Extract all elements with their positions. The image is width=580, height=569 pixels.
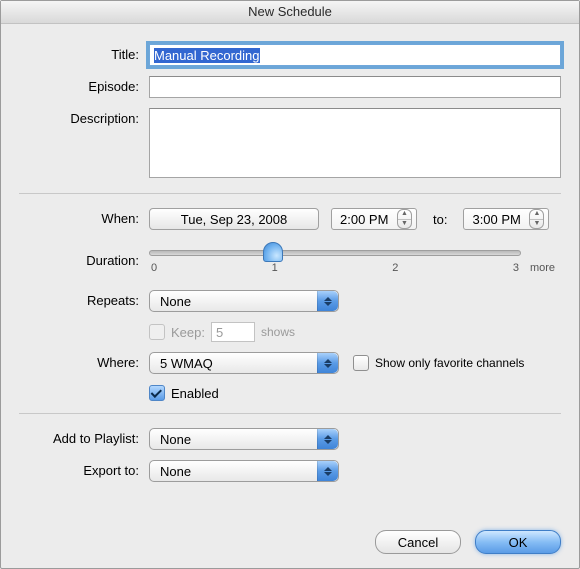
description-label: Description:: [19, 108, 149, 126]
episode-label: Episode:: [19, 76, 149, 94]
title-input[interactable]: [149, 44, 561, 66]
enabled-checkbox[interactable]: Enabled: [149, 385, 219, 401]
keep-checkbox: Keep:: [149, 324, 205, 340]
checkbox-box: [149, 324, 165, 340]
checkbox-box-checked: [149, 385, 165, 401]
duration-label: Duration:: [19, 253, 149, 268]
sheet-title: New Schedule: [1, 1, 579, 24]
tick-2: 2: [390, 262, 400, 274]
separator-2: [19, 413, 561, 414]
end-time-field[interactable]: 3:00 PM ▲ ▼: [463, 208, 549, 230]
export-popup[interactable]: None: [149, 460, 339, 482]
popup-arrows-icon: [317, 461, 338, 481]
checkbox-box: [353, 355, 369, 371]
where-label: Where:: [19, 352, 149, 370]
new-schedule-sheet: New Schedule Title: Episode: Description…: [0, 0, 580, 569]
playlist-value: None: [160, 432, 191, 447]
start-time-field[interactable]: 2:00 PM ▲ ▼: [331, 208, 417, 230]
slider-track: [149, 250, 521, 256]
show-favorites-checkbox[interactable]: Show only favorite channels: [353, 355, 524, 371]
cancel-button[interactable]: Cancel: [375, 530, 461, 554]
tick-3: 3: [511, 262, 521, 274]
export-value: None: [160, 464, 191, 479]
where-popup[interactable]: 5 WMAQ: [149, 352, 339, 374]
repeats-value: None: [160, 294, 191, 309]
slider-more-label: more: [530, 262, 555, 274]
stepper-down-icon[interactable]: ▼: [398, 220, 411, 229]
title-label: Title:: [19, 44, 149, 62]
playlist-label: Add to Playlist:: [19, 428, 149, 446]
keep-count-input: [211, 322, 255, 342]
stepper-down-icon[interactable]: ▼: [530, 220, 543, 229]
popup-arrows-icon: [317, 429, 338, 449]
episode-input[interactable]: [149, 76, 561, 98]
repeats-label: Repeats:: [19, 290, 149, 308]
ok-button[interactable]: OK: [475, 530, 561, 554]
date-picker[interactable]: Tue, Sep 23, 2008: [149, 208, 319, 230]
enabled-label: Enabled: [171, 386, 219, 401]
repeats-popup[interactable]: None: [149, 290, 339, 312]
playlist-popup[interactable]: None: [149, 428, 339, 450]
stepper-up-icon[interactable]: ▲: [530, 210, 543, 220]
date-value: Tue, Sep 23, 2008: [181, 212, 288, 227]
show-favorites-label: Show only favorite channels: [375, 356, 524, 370]
keep-label: Keep:: [171, 325, 205, 340]
tick-0: 0: [149, 262, 159, 274]
duration-slider[interactable]: 0 1 2 3 more: [149, 240, 521, 280]
to-label: to:: [429, 212, 451, 227]
export-label: Export to:: [19, 460, 149, 478]
when-label: When:: [19, 208, 149, 226]
popup-arrows-icon: [317, 291, 338, 311]
end-time-stepper[interactable]: ▲ ▼: [529, 209, 544, 229]
dialog-button-bar: Cancel OK: [375, 530, 561, 554]
keep-unit: shows: [261, 325, 295, 339]
start-time-value: 2:00 PM: [340, 212, 388, 227]
tick-1: 1: [270, 262, 280, 274]
slider-thumb[interactable]: [263, 242, 283, 262]
where-value: 5 WMAQ: [160, 356, 213, 371]
description-textarea[interactable]: [149, 108, 561, 178]
separator-1: [19, 193, 561, 194]
popup-arrows-icon: [317, 353, 338, 373]
sheet-content: Title: Episode: Description: When:: [1, 24, 579, 552]
stepper-up-icon[interactable]: ▲: [398, 210, 411, 220]
end-time-value: 3:00 PM: [472, 212, 520, 227]
start-time-stepper[interactable]: ▲ ▼: [397, 209, 412, 229]
slider-ticks: 0 1 2 3: [149, 262, 521, 274]
